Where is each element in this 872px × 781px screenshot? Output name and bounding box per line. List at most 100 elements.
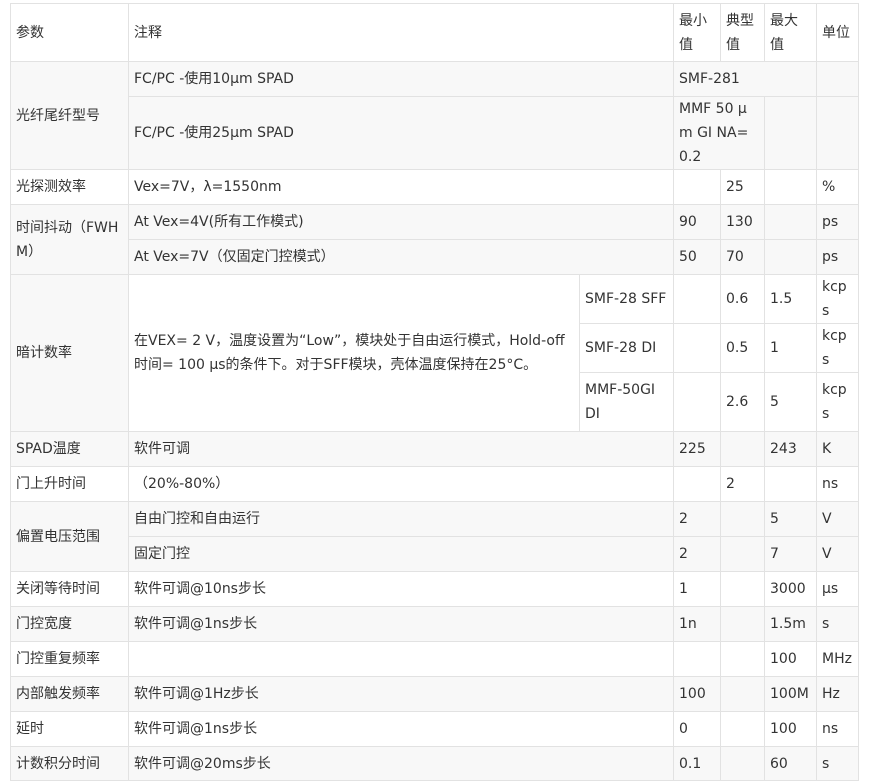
- table-row-integration: 计数积分时间 软件可调@20ms步长 0.1 60 s: [10, 746, 859, 781]
- note-gate-rep: [128, 641, 674, 677]
- table-row-spad-temp: SPAD温度 软件可调 225 243 K: [10, 431, 859, 467]
- unit-delay: ns: [816, 711, 859, 747]
- typ-delay: [720, 711, 765, 747]
- param-trigger: 内部触发频率: [10, 676, 129, 712]
- header-max: 最大值: [764, 3, 817, 62]
- note-delay: 软件可调@1ns步长: [128, 711, 674, 747]
- max-gate-rep: 100: [764, 641, 817, 677]
- header-typ: 典型值: [720, 3, 765, 62]
- value-fiber-2: MMF 50 μm GI NA=0.2: [673, 96, 765, 170]
- min-bias-2: 2: [673, 536, 721, 572]
- note-bias-1: 自由门控和自由运行: [128, 501, 674, 537]
- note-holdoff: 软件可调@10ns步长: [128, 571, 674, 607]
- min-delay: 0: [673, 711, 721, 747]
- table-row-fiber-1: 光纤尾纤型号 FC/PC -使用10μm SPAD SMF-281: [10, 61, 859, 170]
- header-param: 参数: [10, 3, 129, 62]
- max-dark-3: 5: [764, 372, 817, 432]
- typ-bias-2: [720, 536, 765, 572]
- unit-fiber-2: [816, 96, 859, 170]
- note-gate-width: 软件可调@1ns步长: [128, 606, 674, 642]
- max-bias-2: 7: [764, 536, 817, 572]
- typ-gate-width: [720, 606, 765, 642]
- unit-efficiency: %: [816, 169, 859, 205]
- unit-gate-width: s: [816, 606, 859, 642]
- typ-dark-3: 2.6: [720, 372, 765, 432]
- table-row-holdoff: 关闭等待时间 软件可调@10ns步长 1 3000 μs: [10, 571, 859, 607]
- table-row-delay: 延时 软件可调@1ns步长 0 100 ns: [10, 711, 859, 747]
- max-spad-temp: 243: [764, 431, 817, 467]
- max-bias-1: 5: [764, 501, 817, 537]
- min-spad-temp: 225: [673, 431, 721, 467]
- note-dark: 在VEX= 2 V，温度设置为“Low”，模块处于自由运行模式，Hold-off…: [128, 274, 580, 432]
- unit-integration: s: [816, 746, 859, 781]
- min-dark-2: [673, 323, 721, 373]
- min-integration: 0.1: [673, 746, 721, 781]
- fiber-dark-2: SMF-28 DI: [579, 323, 674, 373]
- table-row-jitter-1: 时间抖动（FWHM） At Vex=4V(所有工作模式) 90 130 ps: [10, 204, 859, 275]
- typ-gate-rise: 2: [720, 466, 765, 502]
- typ-integration: [720, 746, 765, 781]
- fiber-dark-3: MMF-50GI DI: [579, 372, 674, 432]
- table-row-fiber-2: FC/PC -使用25μm SPAD MMF 50 μm GI NA=0.2: [11, 96, 859, 170]
- min-dark-1: [673, 274, 721, 324]
- min-holdoff: 1: [673, 571, 721, 607]
- param-bias: 偏置电压范围: [10, 501, 129, 572]
- unit-dark-3: kcps: [816, 372, 859, 432]
- table-row-gate-width: 门控宽度 软件可调@1ns步长 1n 1.5m s: [10, 606, 859, 642]
- unit-jitter-2: ps: [816, 239, 859, 275]
- unit-spad-temp: K: [816, 431, 859, 467]
- unit-gate-rep: MHz: [816, 641, 859, 677]
- typ-jitter-2: 70: [720, 239, 765, 275]
- note-efficiency: Vex=7V，λ=1550nm: [128, 169, 674, 205]
- table-row-bias-2: 固定门控 2 7 V: [11, 536, 859, 572]
- typ-holdoff: [720, 571, 765, 607]
- unit-dark-2: kcps: [816, 323, 859, 373]
- note-fiber-2: FC/PC -使用25μm SPAD: [128, 96, 674, 170]
- typ-dark-1: 0.6: [720, 274, 765, 324]
- note-bias-2: 固定门控: [128, 536, 674, 572]
- note-integration: 软件可调@20ms步长: [128, 746, 674, 781]
- typ-bias-1: [720, 501, 765, 537]
- min-trigger: 100: [673, 676, 721, 712]
- note-jitter-1: At Vex=4V(所有工作模式): [128, 204, 674, 240]
- note-jitter-2: At Vex=7V（仅固定门控模式）: [128, 239, 674, 275]
- param-integration: 计数积分时间: [10, 746, 129, 781]
- param-spad-temp: SPAD温度: [10, 431, 129, 467]
- table-row-jitter-2: At Vex=7V（仅固定门控模式） 50 70 ps: [11, 239, 859, 275]
- unit-jitter-1: ps: [816, 204, 859, 240]
- typ-efficiency: 25: [720, 169, 765, 205]
- spec-table: 参数 注释 最小值 典型值 最大值 单位 光纤尾纤型号 FC/PC -使用10μ…: [10, 3, 859, 781]
- param-efficiency: 光探测效率: [10, 169, 129, 205]
- param-holdoff: 关闭等待时间: [10, 571, 129, 607]
- min-gate-rise: [673, 466, 721, 502]
- typ-spad-temp: [720, 431, 765, 467]
- header-min: 最小值: [673, 3, 721, 62]
- min-gate-width: 1n: [673, 606, 721, 642]
- unit-fiber-1: [816, 61, 859, 97]
- typ-gate-rep: [720, 641, 765, 677]
- max-fiber-2: [764, 96, 817, 170]
- param-jitter: 时间抖动（FWHM）: [10, 204, 129, 275]
- table-row-trigger: 内部触发频率 软件可调@1Hz步长 100 100M Hz: [10, 676, 859, 712]
- max-gate-rise: [764, 466, 817, 502]
- note-trigger: 软件可调@1Hz步长: [128, 676, 674, 712]
- max-integration: 60: [764, 746, 817, 781]
- min-efficiency: [673, 169, 721, 205]
- note-gate-rise: （20%-80%）: [128, 466, 674, 502]
- max-trigger: 100M: [764, 676, 817, 712]
- typ-dark-2: 0.5: [720, 323, 765, 373]
- param-dark: 暗计数率: [10, 274, 129, 432]
- header-unit: 单位: [816, 3, 859, 62]
- fiber-dark-1: SMF-28 SFF: [579, 274, 674, 324]
- param-fiber: 光纤尾纤型号: [10, 61, 129, 170]
- min-gate-rep: [673, 641, 721, 677]
- max-holdoff: 3000: [764, 571, 817, 607]
- max-jitter-2: [764, 239, 817, 275]
- param-gate-rep: 门控重复频率: [10, 641, 129, 677]
- table-header-row: 参数 注释 最小值 典型值 最大值 单位: [10, 3, 859, 62]
- header-note: 注释: [128, 3, 674, 62]
- param-gate-width: 门控宽度: [10, 606, 129, 642]
- param-delay: 延时: [10, 711, 129, 747]
- min-jitter-2: 50: [673, 239, 721, 275]
- min-dark-3: [673, 372, 721, 432]
